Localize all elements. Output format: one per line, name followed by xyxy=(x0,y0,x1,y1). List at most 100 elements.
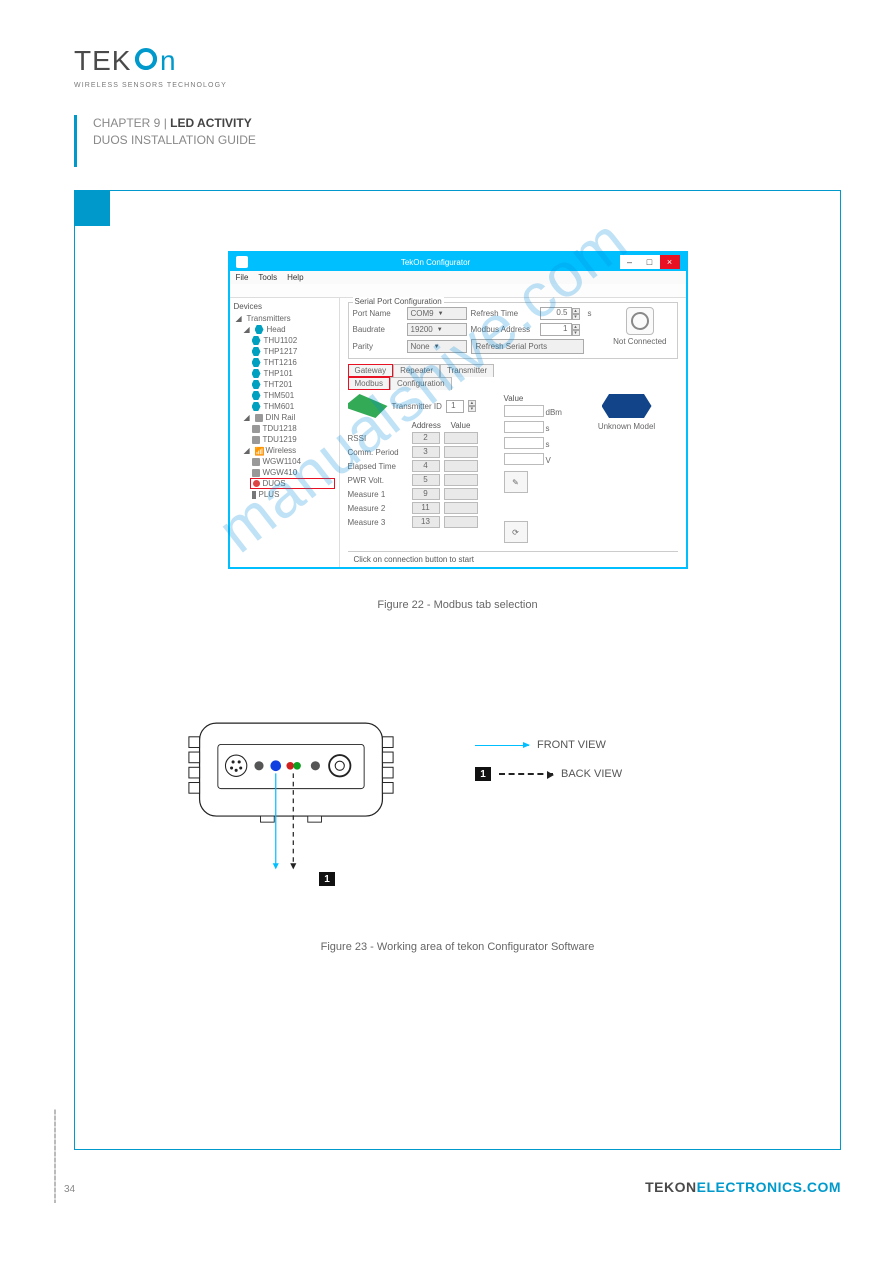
serial-conf-title: Serial Port Configuration xyxy=(353,297,444,306)
tree-item[interactable]: THT201 xyxy=(250,379,335,390)
tab-configuration[interactable]: Configuration xyxy=(390,377,452,390)
svg-text:n: n xyxy=(160,48,177,76)
page-number: 34 xyxy=(64,1184,75,1195)
modbus-row: Measure 1 9 xyxy=(348,488,498,500)
legend: FRONT VIEW 1 BACK VIEW xyxy=(475,739,622,797)
unit-value-box xyxy=(504,405,544,417)
modbus-row: Measure 2 11 xyxy=(348,502,498,514)
parity-select[interactable]: None xyxy=(407,340,467,353)
tree-item[interactable]: THP1217 xyxy=(250,346,335,357)
back-arrow-icon xyxy=(499,773,553,775)
row-value xyxy=(444,488,478,500)
minimize-button[interactable]: – xyxy=(620,255,640,269)
transmitter-id-label: Transmitter ID xyxy=(392,402,442,411)
transmitter-id-input[interactable]: 1 xyxy=(446,400,464,413)
row-unit: s xyxy=(546,424,550,433)
port-name-select[interactable]: COM9 xyxy=(407,307,467,320)
modbus-addr-spin[interactable]: ▴▾ xyxy=(572,324,580,336)
chapter-label: LED ACTIVITY xyxy=(170,116,252,130)
tab-modbus[interactable]: Modbus xyxy=(348,377,390,390)
tree-item[interactable]: THP101 xyxy=(250,368,335,379)
tree-item[interactable]: THM601 xyxy=(250,401,335,412)
front-view-label: FRONT VIEW xyxy=(537,739,606,751)
row-label: Measure 2 xyxy=(348,504,408,513)
tree-item[interactable]: THT1216 xyxy=(250,357,335,368)
device-icon xyxy=(252,336,261,345)
tree-item[interactable]: WGW410 xyxy=(250,467,335,478)
row-unit: s xyxy=(546,440,550,449)
close-button[interactable]: × xyxy=(660,255,680,269)
modbus-addr-input[interactable]: 1 xyxy=(540,323,572,336)
tree-wireless[interactable]: ◢📶Wireless xyxy=(242,445,335,456)
row-value xyxy=(444,432,478,444)
row-value xyxy=(444,446,478,458)
marker-1-legend: 1 xyxy=(475,767,491,781)
window-titlebar: TekOn Configurator – □ × xyxy=(230,253,686,271)
connect-button[interactable] xyxy=(626,307,654,335)
tree-item[interactable]: TDU1219 xyxy=(250,434,335,445)
device-image xyxy=(348,394,388,418)
not-connected-label: Not Connected xyxy=(613,337,666,346)
maximize-button[interactable]: □ xyxy=(640,255,660,269)
refresh-serial-button[interactable]: Refresh Serial Ports xyxy=(471,339,584,354)
doc-title: DUOS INSTALLATION GUIDE xyxy=(93,132,256,149)
duos-icon xyxy=(253,480,260,487)
window-title: TekOn Configurator xyxy=(252,258,620,267)
device-icon xyxy=(252,358,261,367)
tree-transmitters[interactable]: ◢Transmitters xyxy=(234,313,335,324)
row-address: 11 xyxy=(412,502,440,514)
tree-item[interactable]: THU1102 xyxy=(250,335,335,346)
action-icon-1[interactable]: ✎ xyxy=(504,471,528,493)
baudrate-select[interactable]: 19200 xyxy=(407,323,467,336)
tab-repeater[interactable]: Repeater xyxy=(393,364,440,377)
device-icon xyxy=(252,380,261,389)
transmitter-id-spin[interactable]: ▴▾ xyxy=(468,400,476,412)
configurator-window: TekOn Configurator – □ × File Tools Help… xyxy=(228,251,688,569)
modbus-row: Elapsed Time4 xyxy=(348,460,498,472)
refresh-time-spin[interactable]: ▴▾ xyxy=(572,308,580,320)
footer-url: TEKONELECTRONICS.COM xyxy=(645,1179,841,1195)
action-icon-2[interactable]: ⟳ xyxy=(504,521,528,543)
svg-text:TEK: TEK xyxy=(74,48,131,76)
figure-22-caption: Figure 22 - Modbus tab selection xyxy=(75,599,840,611)
device-icon xyxy=(252,369,261,378)
unknown-model-label: Unknown Model xyxy=(576,422,678,431)
row-label: PWR Volt. xyxy=(348,476,408,485)
device-icon xyxy=(252,436,260,444)
tree-item[interactable]: TDU1218 xyxy=(250,423,335,434)
tree-item[interactable]: WGW1104 xyxy=(250,456,335,467)
modbus-row: Measure 313 xyxy=(348,516,498,528)
tree-plus[interactable]: PLUS xyxy=(250,489,335,500)
logo-text: TEK n xyxy=(74,48,227,84)
refresh-time-input[interactable]: 0.5 xyxy=(540,307,572,320)
row-address: 13 xyxy=(412,516,440,528)
menu-help[interactable]: Help xyxy=(287,273,303,282)
tree-head[interactable]: ◢Head xyxy=(242,324,335,335)
row-address: 2 xyxy=(412,432,440,444)
tab-transmitter[interactable]: Transmitter xyxy=(440,364,494,377)
row-value xyxy=(444,516,478,528)
device-icon xyxy=(252,347,261,356)
row-address: 9 xyxy=(412,488,440,500)
tree-item[interactable]: THM501 xyxy=(250,390,335,401)
content-box: TekOn Configurator – □ × File Tools Help… xyxy=(74,190,841,1150)
head-icon xyxy=(255,325,264,334)
tree-duos-selected[interactable]: DUOS xyxy=(250,478,335,489)
row-label: Measure 1 xyxy=(348,490,408,499)
row-label: Elapsed Time xyxy=(348,462,408,471)
chapter-header: CHAPTER 9 | LED ACTIVITY DUOS INSTALLATI… xyxy=(74,115,256,167)
plus-icon xyxy=(252,491,256,499)
row-label: Comm. Period xyxy=(348,448,408,457)
footer-url-1: TEKON xyxy=(645,1179,697,1195)
menu-file[interactable]: File xyxy=(236,273,249,282)
device-icon xyxy=(252,402,261,411)
row-unit: V xyxy=(546,456,551,465)
row-value xyxy=(444,460,478,472)
modbus-addr-label: Modbus Address xyxy=(471,325,536,334)
port-name-label: Port Name xyxy=(353,309,403,318)
device-icon xyxy=(252,391,261,400)
menu-tools[interactable]: Tools xyxy=(258,273,277,282)
footer-url-2: ELECTRONICS.COM xyxy=(697,1179,841,1195)
tree-dinrail[interactable]: ◢DIN Rail xyxy=(242,412,335,423)
tab-gateway[interactable]: Gateway xyxy=(348,364,394,377)
